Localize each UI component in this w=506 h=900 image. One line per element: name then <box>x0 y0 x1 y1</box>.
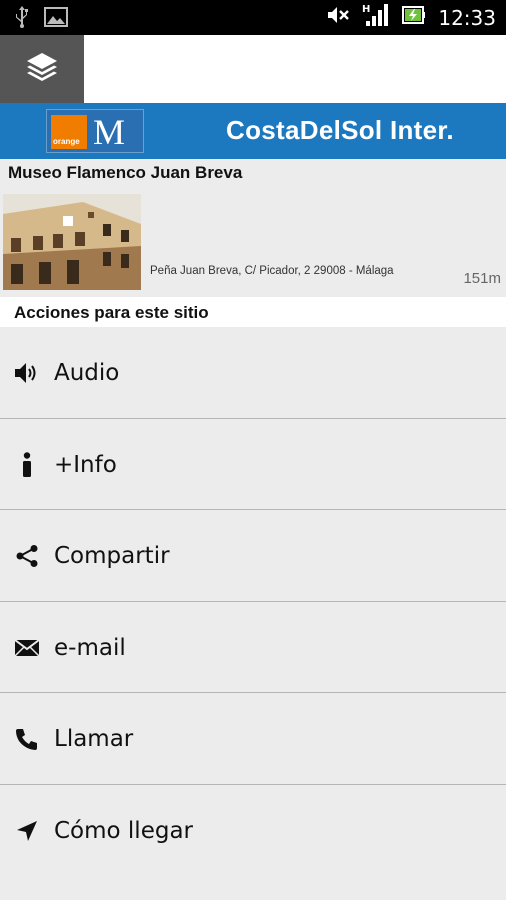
speaker-icon <box>14 360 40 386</box>
image-icon <box>44 7 68 32</box>
action-call[interactable]: Llamar <box>0 693 506 785</box>
battery-icon <box>402 5 426 30</box>
action-label: Compartir <box>54 543 170 569</box>
action-directions[interactable]: Cómo llegar <box>0 784 506 876</box>
brand-banner: orange M CostaDelSol Inter. <box>0 103 506 159</box>
action-label: +Info <box>54 451 117 478</box>
actions-list: Audio +Info Compartir e-mail Llamar Cómo… <box>0 327 506 876</box>
place-card[interactable]: Museo Flamenco Juan Breva Peña Juan Brev… <box>0 159 506 297</box>
action-label: e-mail <box>54 634 126 661</box>
mute-icon <box>326 5 350 30</box>
phone-icon <box>14 726 40 752</box>
place-address: Peña Juan Breva, C/ Picador, 2 29008 - M… <box>150 265 394 277</box>
signal-icon: H <box>362 3 390 32</box>
action-email[interactable]: e-mail <box>0 601 506 693</box>
share-icon <box>14 543 40 569</box>
action-label: Audio <box>54 360 120 386</box>
actions-header-label: Acciones para este sitio <box>14 303 209 322</box>
info-icon <box>14 451 40 478</box>
usb-icon <box>14 5 30 34</box>
action-label: Llamar <box>54 726 134 752</box>
actions-header: Acciones para este sitio <box>0 297 506 327</box>
layers-button[interactable] <box>0 35 84 103</box>
status-bar: H 12:33 <box>0 0 506 35</box>
clock: 12:33 <box>438 5 496 30</box>
action-info[interactable]: +Info <box>0 418 506 510</box>
place-photo <box>3 194 141 290</box>
action-audio[interactable]: Audio <box>0 327 506 419</box>
action-label: Cómo llegar <box>54 817 193 844</box>
brand-logo: orange M <box>46 109 144 153</box>
action-share[interactable]: Compartir <box>0 510 506 602</box>
place-distance: 151m <box>463 270 501 287</box>
svg-text:H: H <box>362 4 370 15</box>
navigation-icon <box>14 818 40 844</box>
top-bar <box>0 35 506 103</box>
banner-title: CostaDelSol Inter. <box>226 115 454 145</box>
layers-icon <box>24 49 60 90</box>
mail-icon <box>14 635 40 661</box>
place-name: Museo Flamenco Juan Breva <box>8 163 243 182</box>
